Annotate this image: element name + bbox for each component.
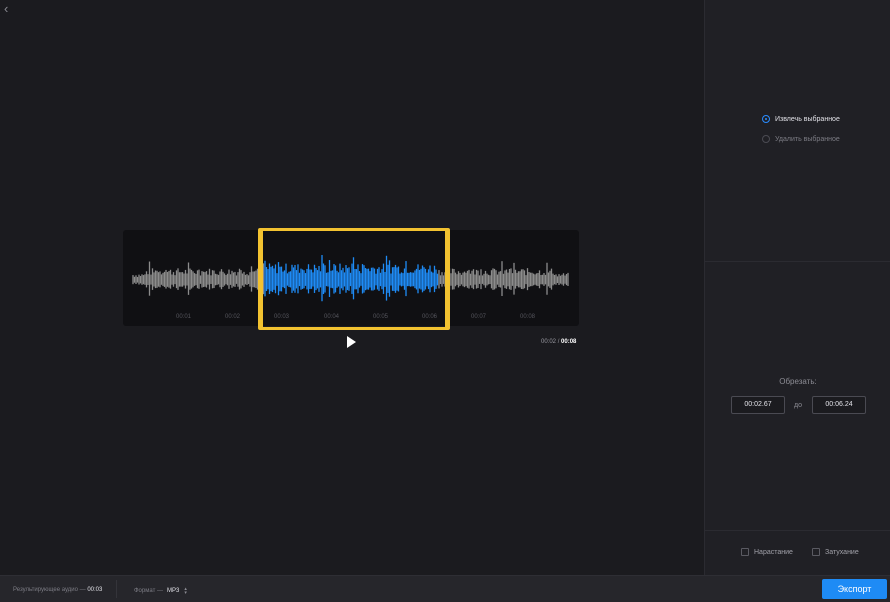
editor-area: ‹ 00:01 00:02 00:03 00:04 00:05 00:06 00…: [0, 0, 704, 575]
format-value[interactable]: MP3: [167, 588, 179, 594]
radio-label: Извлечь выбранное: [775, 115, 840, 123]
fade-out-checkbox[interactable]: Затухание: [812, 548, 859, 556]
fade-out-label: Затухание: [825, 548, 859, 556]
radio-delete-selected[interactable]: Удалить выбранное: [762, 135, 840, 143]
radio-checked-icon: [762, 115, 770, 123]
fade-in-label: Нарастание: [754, 548, 793, 556]
tick-label: 00:03: [274, 314, 290, 320]
export-button[interactable]: Экспорт: [822, 579, 887, 599]
tick-label: 00:02: [225, 314, 241, 320]
tick-label: 00:01: [176, 314, 192, 320]
divider: [116, 580, 117, 598]
trim-label: Обрезать:: [779, 377, 817, 386]
result-value: 00:03: [87, 587, 103, 593]
radio-unchecked-icon: [762, 135, 770, 143]
checkbox-icon: [741, 548, 749, 556]
tick-label: 00:07: [471, 314, 487, 320]
time-display: 00:02 / 00:08: [541, 339, 576, 345]
bottom-bar: Результирующее аудио — 00:03 Формат — MP…: [0, 575, 890, 602]
format-selector[interactable]: Формат — MP3 ▴ ▾: [134, 586, 187, 596]
fade-in-checkbox[interactable]: Нарастание: [741, 548, 793, 556]
total-time: 00:08: [561, 339, 577, 345]
tick-label: 00:08: [520, 314, 536, 320]
back-arrow-icon[interactable]: ‹: [4, 2, 18, 16]
trim-start-input[interactable]: [731, 396, 785, 414]
settings-sidebar: Извлечь выбранное Удалить выбранное Обре…: [704, 0, 890, 575]
trim-end-input[interactable]: [812, 396, 866, 414]
trim-to-label: до: [794, 402, 802, 409]
result-duration: Результирующее аудио — 00:03: [13, 587, 102, 593]
radio-label: Удалить выбранное: [775, 135, 840, 143]
divider: [705, 261, 890, 262]
tick-label: 00:05: [373, 314, 389, 320]
result-label: Результирующее аудио —: [13, 587, 86, 593]
tick-label: 00:06: [422, 314, 438, 320]
checkbox-icon: [812, 548, 820, 556]
chevron-updown-icon: ▴ ▾: [184, 586, 187, 596]
format-label: Формат —: [134, 588, 163, 594]
divider: [705, 530, 890, 531]
play-icon[interactable]: [345, 336, 357, 348]
current-time: 00:02: [541, 339, 557, 345]
tick-label: 00:04: [324, 314, 340, 320]
radio-extract-selected[interactable]: Извлечь выбранное: [762, 115, 840, 123]
time-separator: /: [557, 339, 560, 345]
